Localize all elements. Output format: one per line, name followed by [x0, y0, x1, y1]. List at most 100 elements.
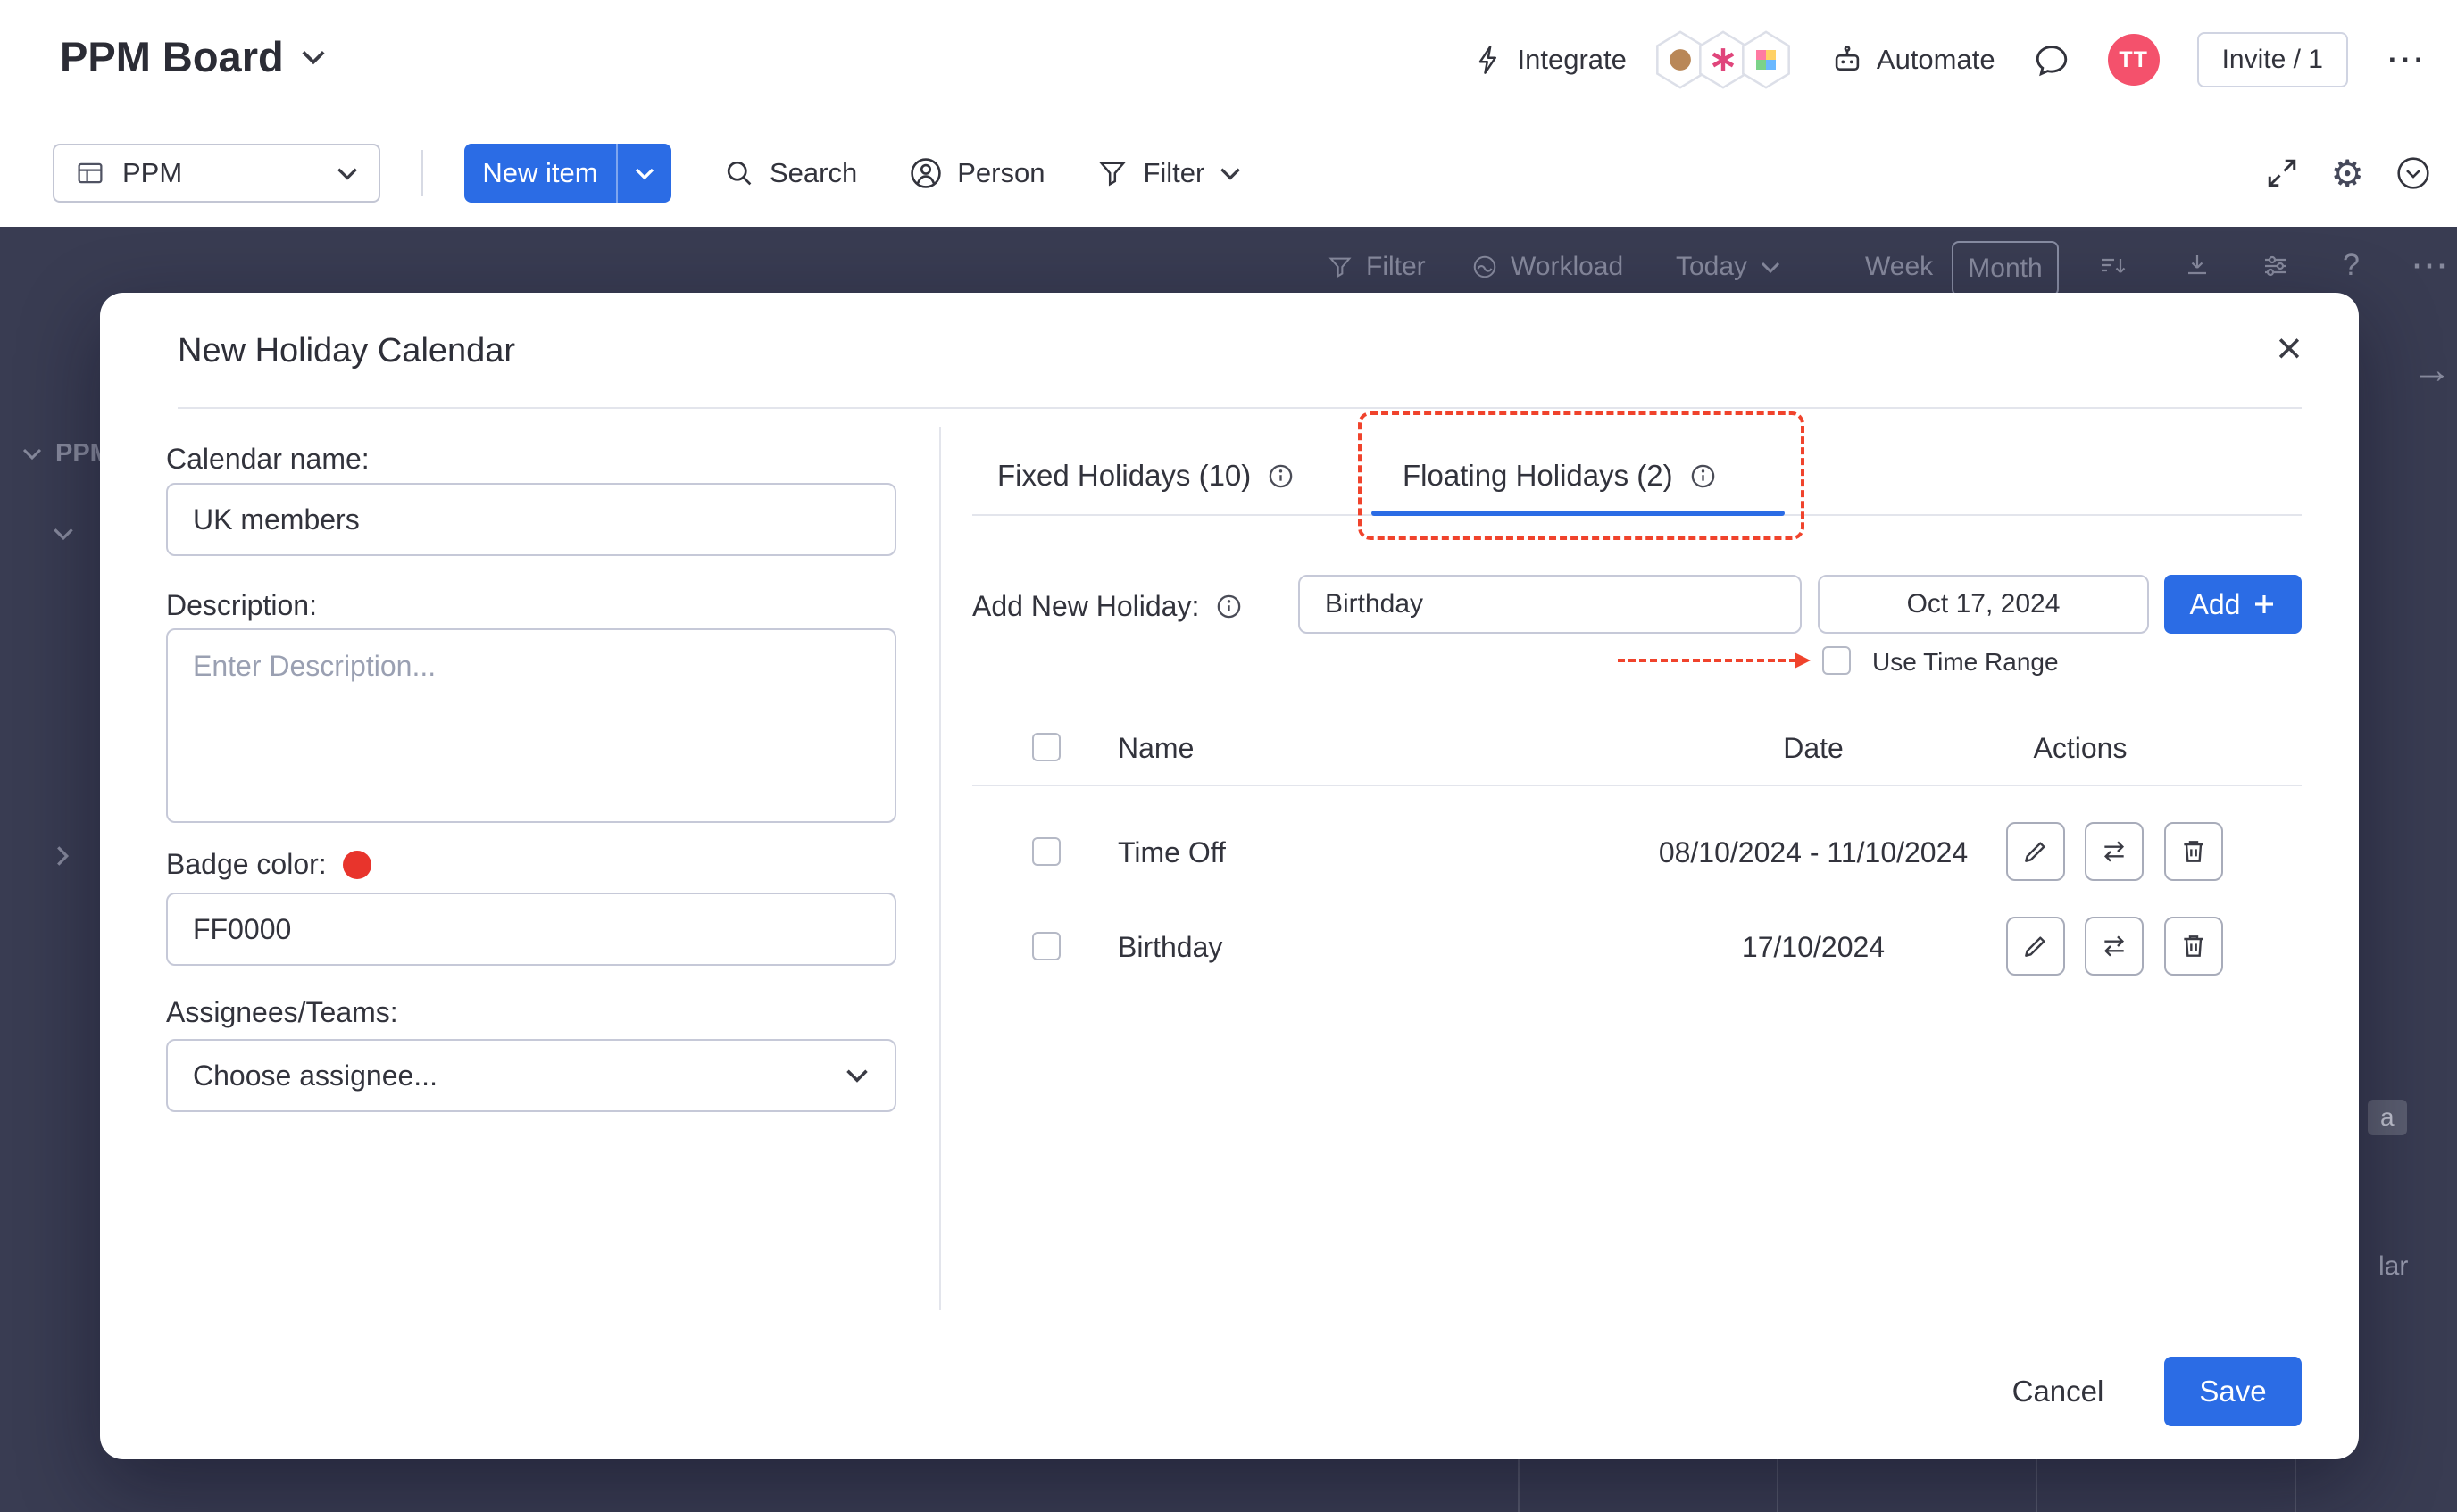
board-title[interactable]: PPM Board: [60, 32, 327, 81]
app-header: PPM Board Integrate Au: [0, 0, 2457, 120]
invite-button[interactable]: Invite / 1: [2197, 32, 2348, 87]
column-divider: [939, 427, 941, 1310]
question-mark-icon: ?: [2343, 248, 2360, 283]
bg-column-line: [2036, 1459, 2037, 1512]
user-avatar[interactable]: TT: [2108, 34, 2160, 86]
automate-button[interactable]: Automate: [1830, 43, 1995, 77]
more-options-icon: ⋯: [2411, 243, 2448, 287]
annotation-arrow: [1618, 659, 1796, 662]
annotation-arrow-head: [1795, 652, 1811, 669]
bg-settings-sliders-icon: [2261, 252, 2290, 280]
save-label: Save: [2199, 1375, 2266, 1408]
col-header-date: Date: [1679, 732, 1947, 765]
col-header-name: Name: [1118, 732, 1194, 765]
badge-color-input[interactable]: [166, 893, 896, 966]
search-label: Search: [770, 157, 857, 189]
close-icon[interactable]: ×: [2261, 320, 2318, 377]
bg-column-line: [1777, 1459, 1778, 1512]
row-checkbox[interactable]: [1032, 837, 1061, 866]
description-textarea[interactable]: [166, 628, 896, 823]
edit-button[interactable]: [2006, 822, 2065, 881]
view-selector[interactable]: PPM: [53, 144, 380, 203]
integrate-icon: [1473, 44, 1505, 76]
person-label: Person: [957, 157, 1045, 189]
gear-icon[interactable]: ⚙: [2330, 152, 2364, 195]
move-button[interactable]: [2085, 822, 2144, 881]
bg-workload-label: Workload: [1511, 252, 1623, 282]
arrow-right-icon: →: [2412, 348, 2452, 393]
use-time-range-checkbox[interactable]: [1822, 646, 1851, 675]
new-item-button[interactable]: New item: [464, 144, 671, 203]
bg-chevron-right-icon: [55, 844, 70, 868]
chat-button[interactable]: [2033, 41, 2070, 79]
chevron-down-icon: [300, 48, 327, 66]
select-all-checkbox[interactable]: [1032, 733, 1061, 761]
new-item-dropdown[interactable]: [618, 144, 671, 203]
fullscreen-icon[interactable]: [2264, 155, 2300, 191]
person-filter-button[interactable]: Person: [909, 156, 1045, 190]
assignee-select-value: Choose assignee...: [193, 1059, 437, 1092]
tab-fixed-holidays[interactable]: Fixed Holidays (10): [997, 459, 1295, 493]
cancel-label: Cancel: [2012, 1375, 2104, 1408]
chevron-down-icon: [845, 1068, 870, 1084]
filter-button[interactable]: Filter: [1096, 157, 1242, 189]
calendar-name-input[interactable]: [166, 483, 896, 556]
bg-export-icon: [2183, 252, 2211, 280]
add-holiday-button[interactable]: Add: [2164, 575, 2302, 634]
col-header-actions: Actions: [2000, 732, 2161, 765]
more-options-icon[interactable]: ⋯: [2386, 40, 2425, 79]
info-icon[interactable]: [1215, 593, 1243, 620]
holiday-date-input[interactable]: [1818, 575, 2149, 634]
assignees-label: Assignees/Teams:: [166, 996, 398, 1029]
automate-robot-icon: [1830, 43, 1864, 77]
bg-month-label: Month: [1968, 253, 2042, 284]
header-actions: Integrate Automate TT: [1473, 0, 2425, 120]
bg-fragment-badge-text: a: [2380, 1103, 2395, 1131]
bg-today-button: Today: [1676, 252, 1781, 282]
chevron-down-icon: [1219, 166, 1242, 181]
bg-column-line: [1518, 1459, 1520, 1512]
delete-button[interactable]: [2164, 822, 2223, 881]
bg-today-label: Today: [1676, 252, 1747, 282]
move-button[interactable]: [2085, 917, 2144, 976]
filter-funnel-icon: [1096, 157, 1129, 189]
bg-fragment-badge: a: [2368, 1100, 2407, 1135]
bg-sort-icon: [2098, 252, 2127, 280]
bg-filter-button: Filter: [1327, 252, 1426, 282]
row-name: Birthday: [1118, 931, 1222, 964]
automate-label: Automate: [1877, 44, 1995, 76]
calendar-name-label: Calendar name:: [166, 443, 370, 476]
bg-more-icon: ⋯: [2411, 243, 2448, 287]
delete-button[interactable]: [2164, 917, 2223, 976]
collapse-header-icon[interactable]: [2395, 154, 2432, 192]
bg-week-button: Week: [1865, 252, 1933, 282]
badge-color-swatch[interactable]: [343, 851, 371, 879]
integrate-button[interactable]: Integrate: [1473, 44, 1627, 76]
bg-month-button: Month: [1952, 241, 2059, 296]
toolbar-divider: [421, 150, 423, 196]
edit-button[interactable]: [2006, 917, 2065, 976]
add-new-holiday-label-group: Add New Holiday:: [972, 590, 1243, 623]
info-icon[interactable]: [1267, 462, 1295, 490]
holiday-name-input[interactable]: [1298, 575, 1802, 634]
cancel-button[interactable]: Cancel: [1978, 1357, 2138, 1426]
title-divider: [178, 407, 2302, 409]
bg-fragment-text: lar: [2378, 1251, 2408, 1282]
bg-help-icon: ?: [2343, 248, 2360, 283]
board-toolbar: PPM New item Search Person: [0, 120, 2457, 227]
bg-chevron-down-icon: [52, 527, 75, 541]
assignee-select[interactable]: Choose assignee...: [166, 1039, 896, 1112]
add-button-label: Add: [2190, 588, 2241, 621]
integration-app-icon-3[interactable]: [1739, 30, 1793, 89]
bg-week-label: Week: [1865, 252, 1933, 282]
search-button[interactable]: Search: [723, 157, 857, 189]
integration-apps: [1664, 30, 1793, 89]
person-icon: [909, 156, 943, 190]
modal-title: New Holiday Calendar: [178, 332, 515, 370]
row-date: 17/10/2024: [1590, 931, 2036, 964]
search-icon: [723, 157, 755, 189]
save-button[interactable]: Save: [2164, 1357, 2302, 1426]
integrate-label: Integrate: [1518, 44, 1627, 76]
bg-group-title: PPM: [21, 439, 112, 469]
row-checkbox[interactable]: [1032, 932, 1061, 960]
